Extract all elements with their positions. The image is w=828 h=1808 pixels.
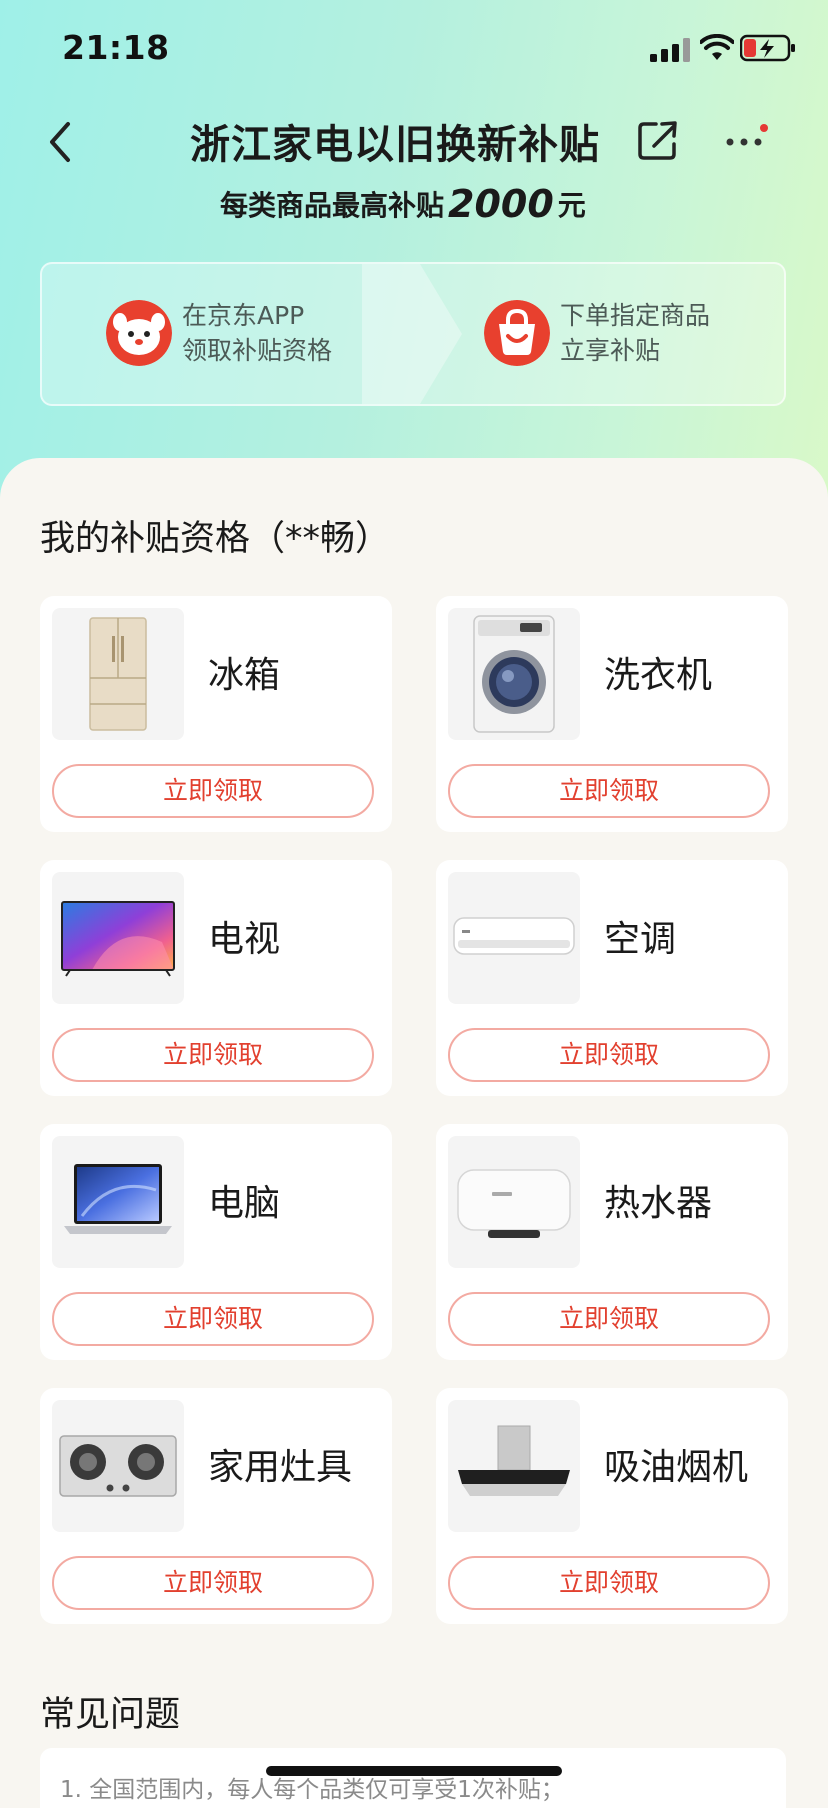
step-2-line2: 立享补贴 <box>560 336 661 365</box>
tv-icon <box>52 872 184 1004</box>
subtitle-amount: 2000 <box>448 182 554 226</box>
category-card-water-heater: 热水器 立即领取 <box>436 1124 788 1360</box>
hero-banner: 21:18 浙江家电以旧换新补贴 每类商品最高补贴 2000 元 在京东APP … <box>0 0 828 520</box>
step-2-line1: 下单指定商品 <box>560 301 711 330</box>
battery-charging-icon <box>740 34 795 62</box>
claim-button-tv[interactable]: 立即领取 <box>52 1028 374 1082</box>
gas-stove-icon <box>52 1400 184 1532</box>
step-divider-arrow <box>362 264 462 404</box>
category-card-gas-stove: 家用灶具 立即领取 <box>40 1388 392 1624</box>
category-card-washing-machine: 洗衣机 立即领取 <box>436 596 788 832</box>
step-1-line1: 在京东APP <box>182 301 305 330</box>
status-time: 21:18 <box>62 28 170 67</box>
category-card-fridge: 冰箱 立即领取 <box>40 596 392 832</box>
category-name: 热水器 <box>604 1183 713 1224</box>
category-card-air-conditioner: 空调 立即领取 <box>436 860 788 1096</box>
category-name: 电视 <box>208 919 281 960</box>
claim-button-air-conditioner[interactable]: 立即领取 <box>448 1028 770 1082</box>
qualification-panel: 我的补贴资格（**畅） 冰箱 立即领取 洗衣机 立即领取 电视 立即领取 空调 … <box>0 458 828 1808</box>
category-name: 电脑 <box>208 1183 281 1224</box>
claim-button-water-heater[interactable]: 立即领取 <box>448 1292 770 1346</box>
claim-button-range-hood[interactable]: 立即领取 <box>448 1556 770 1610</box>
claim-button-washing-machine[interactable]: 立即领取 <box>448 764 770 818</box>
shopping-bag-icon <box>484 300 550 366</box>
qualification-title: 我的补贴资格（**畅） <box>40 519 391 559</box>
category-card-laptop: 电脑 立即领取 <box>40 1124 392 1360</box>
category-name: 空调 <box>604 919 677 960</box>
step-1: 在京东APP 领取补贴资格 <box>106 298 332 368</box>
steps-banner: 在京东APP 领取补贴资格 下单指定商品 立享补贴 <box>40 262 786 406</box>
subtitle-prefix: 每类商品最高补贴 <box>220 189 445 222</box>
category-name: 冰箱 <box>208 655 281 696</box>
category-name: 洗衣机 <box>604 655 713 696</box>
category-card-tv: 电视 立即领取 <box>40 860 392 1096</box>
air-conditioner-icon <box>448 872 580 1004</box>
jd-mascot-icon <box>106 300 172 366</box>
water-heater-icon <box>448 1136 580 1268</box>
status-bar: 21:18 <box>0 0 828 100</box>
range-hood-icon <box>448 1400 580 1532</box>
category-name: 家用灶具 <box>208 1447 353 1488</box>
category-card-range-hood: 吸油烟机 立即领取 <box>436 1388 788 1624</box>
subsidy-subtitle: 每类商品最高补贴 2000 元 <box>220 180 586 226</box>
step-2-text: 下单指定商品 立享补贴 <box>560 298 710 368</box>
back-arrow-icon[interactable] <box>40 118 80 166</box>
faq-list: 1. 全国范围内，每人每个品类仅可享受1次补贴； <box>40 1748 786 1808</box>
page-title: 浙江家电以旧换新补贴 <box>190 122 600 168</box>
claim-button-gas-stove[interactable]: 立即领取 <box>52 1556 374 1610</box>
category-name: 吸油烟机 <box>604 1447 749 1488</box>
fridge-icon <box>52 608 184 740</box>
claim-button-laptop[interactable]: 立即领取 <box>52 1292 374 1346</box>
faq-title: 常见问题 <box>40 1695 181 1735</box>
cellular-signal-icon <box>650 38 690 62</box>
washing-machine-icon <box>448 608 580 740</box>
step-1-text: 在京东APP 领取补贴资格 <box>182 298 332 368</box>
more-options-icon[interactable] <box>722 122 784 158</box>
step-1-line2: 领取补贴资格 <box>182 336 333 365</box>
home-indicator[interactable] <box>266 1766 562 1776</box>
laptop-icon <box>52 1136 184 1268</box>
wifi-icon <box>700 34 734 60</box>
subtitle-suffix: 元 <box>557 189 586 222</box>
share-icon[interactable] <box>636 118 680 162</box>
step-2: 下单指定商品 立享补贴 <box>484 298 710 368</box>
claim-button-fridge[interactable]: 立即领取 <box>52 764 374 818</box>
